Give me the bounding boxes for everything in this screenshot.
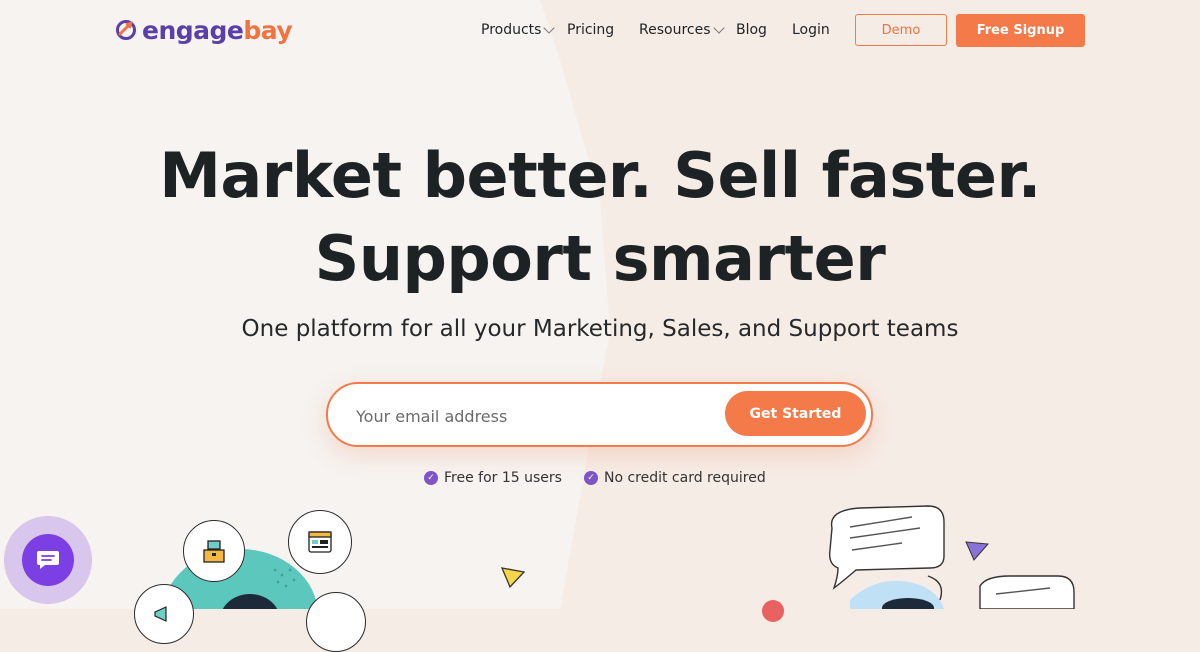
red-dot-decoration <box>762 600 784 622</box>
get-started-button[interactable]: Get Started <box>725 391 866 436</box>
cash-register-icon <box>183 520 245 582</box>
email-input[interactable] <box>354 402 698 430</box>
perk-label: Free for 15 users <box>444 470 562 486</box>
email-signup-form: Get Started <box>326 382 873 447</box>
perk-label: No credit card required <box>603 470 766 486</box>
chevron-down-icon <box>712 22 725 34</box>
signup-perks: ✓ Free for 15 users ✓ No credit card req… <box>424 470 766 486</box>
nav-resources[interactable]: Resources <box>639 22 725 38</box>
hero-headline-line1: Market better. Sell faster. <box>159 139 1041 212</box>
megaphone-icon <box>134 584 194 644</box>
triangle-decoration-icon <box>500 567 526 589</box>
nav-login[interactable]: Login <box>792 22 830 38</box>
chevron-down-icon <box>543 22 556 34</box>
nav-products[interactable]: Products <box>481 22 556 38</box>
dashboard-window-icon <box>288 510 352 574</box>
hero-headline: Market better. Sell faster. Support smar… <box>0 134 1200 300</box>
check-circle-icon: ✓ <box>424 471 438 485</box>
nav-products-label: Products <box>481 22 542 38</box>
chat-bubble-icon <box>22 534 74 586</box>
right-illustration <box>828 505 1075 609</box>
nav-resources-label: Resources <box>639 22 711 38</box>
nav-pricing-label: Pricing <box>567 22 615 38</box>
demo-button[interactable]: Demo <box>855 14 947 46</box>
perk-free-users: ✓ Free for 15 users <box>424 470 562 486</box>
top-navigation: engagebay Products Pricing Resources Blo… <box>0 0 1200 62</box>
chart-icon <box>306 592 366 652</box>
logo-wordmark: engagebay <box>142 16 293 45</box>
free-signup-button[interactable]: Free Signup <box>956 14 1085 47</box>
nav-login-label: Login <box>792 22 830 38</box>
chat-widget-button[interactable] <box>4 516 92 604</box>
nav-blog-label: Blog <box>736 22 767 38</box>
perk-no-credit-card: ✓ No credit card required <box>583 470 766 486</box>
hero-headline-line2: Support smarter <box>314 222 886 295</box>
nav-pricing[interactable]: Pricing <box>567 22 614 38</box>
brand-logo[interactable]: engagebay <box>114 16 293 46</box>
hero-subtitle: One platform for all your Marketing, Sal… <box>241 316 959 342</box>
engagebay-logo-icon <box>114 16 140 46</box>
nav-blog[interactable]: Blog <box>736 22 767 38</box>
check-circle-icon: ✓ <box>583 471 598 485</box>
